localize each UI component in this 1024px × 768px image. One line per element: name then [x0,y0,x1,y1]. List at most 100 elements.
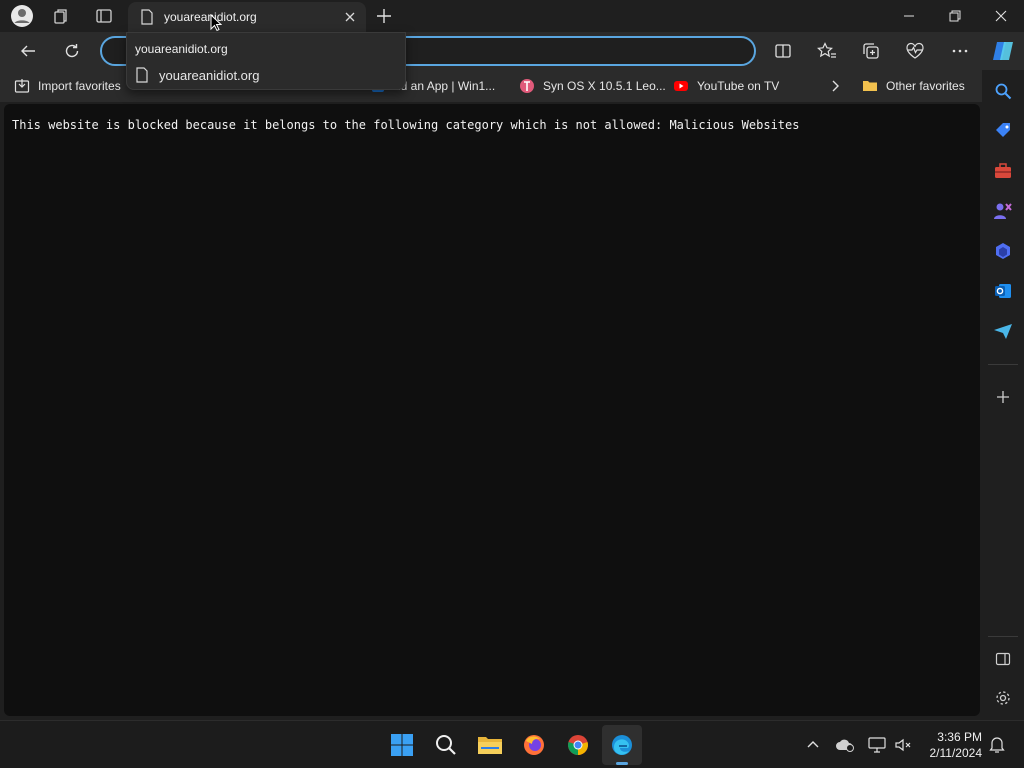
file-explorer-icon [478,737,502,754]
blocked-message: This website is blocked because it belon… [12,118,800,132]
refresh-button[interactable] [57,36,87,66]
more-dots-icon [952,49,968,53]
taskbar-file-explorer[interactable] [470,725,510,765]
import-icon [14,79,30,93]
copilot-icon [993,42,1013,60]
favorite-import[interactable]: Import favorites [14,77,121,95]
cloud-sync-icon [836,739,854,752]
sidebar-divider [988,636,1018,637]
active-app-indicator [616,762,628,765]
workspaces-button[interactable] [46,0,78,32]
bell-icon [989,737,1005,753]
search-icon [995,83,1012,100]
vertical-tabs-icon [96,9,112,23]
new-tab-button[interactable] [368,0,400,32]
windows-start-icon [391,734,413,756]
taskbar-search-button[interactable] [426,725,466,765]
network-tray-button[interactable] [864,725,890,765]
chevron-up-icon [807,741,819,748]
sidebar-add-button[interactable] [990,384,1016,410]
toolbox-icon [995,163,1011,178]
minimize-button[interactable] [886,0,932,32]
tab-active[interactable]: youareanidiot.org [128,2,366,32]
sidebar-settings-button[interactable] [990,685,1016,711]
page-content: This website is blocked because it belon… [4,104,980,716]
favorite-label: Syn OS X 10.5.1 Leo... [543,79,666,93]
refresh-icon [65,44,79,58]
back-arrow-icon [21,45,35,57]
favorite-label: Import favorites [38,79,121,93]
split-screen-icon [775,44,791,58]
favorite-label: dd an App | Win1... [394,79,496,93]
taskbar-chrome[interactable] [558,725,598,765]
taskbar-firefox[interactable] [514,725,554,765]
favorite-label: Other favorites [886,79,965,93]
minimize-icon [904,15,914,17]
browser-essentials-button[interactable] [900,36,930,66]
title-bar: youareanidiot.org [0,0,1024,32]
favorite-youtube[interactable]: YouTube on TV [673,77,779,95]
sidebar-divider [988,364,1018,365]
send-plane-icon [994,324,1012,339]
chevron-right-icon [832,80,839,92]
sidebar-tools-button[interactable] [990,158,1016,184]
close-window-button[interactable] [978,0,1024,32]
taskbar: 3:36 PM 2/11/2024 [0,720,1024,768]
onedrive-tray-button[interactable] [830,725,860,765]
copilot-button[interactable] [988,36,1018,66]
volume-tray-button[interactable] [890,725,916,765]
tux-icon [520,79,534,93]
profile-button[interactable] [6,0,38,32]
favorite-syn-os[interactable]: Syn OS X 10.5.1 Leo... [519,77,666,95]
taskbar-edge[interactable] [602,725,642,765]
edge-sidebar [982,70,1024,720]
sidebar-shopping-button[interactable] [990,118,1016,144]
youtube-icon [674,81,688,91]
sidebar-hide-button[interactable] [990,646,1016,672]
sidebar-panel-icon [995,652,1011,666]
shopping-tag-icon [996,123,1010,137]
collections-icon [863,43,879,59]
split-screen-button[interactable] [768,36,798,66]
hover-card-item-label: youareanidiot.org [159,67,260,83]
favorites-overflow-button[interactable] [828,77,842,95]
notifications-button[interactable] [984,725,1010,765]
sidebar-games-button[interactable] [990,198,1016,224]
back-button[interactable] [13,36,43,66]
restore-button[interactable] [932,0,978,32]
mouse-cursor-icon [210,14,222,32]
outlook-icon [995,284,1011,298]
close-icon [995,10,1007,22]
settings-more-button[interactable] [945,36,975,66]
page-icon [136,67,148,83]
sidebar-outlook-button[interactable] [990,278,1016,304]
hover-card-item[interactable]: youareanidiot.org [135,65,259,85]
clock-date: 2/11/2024 [929,746,983,760]
gear-icon [996,691,1010,705]
page-icon [141,9,153,25]
hover-card-title: youareanidiot.org [135,42,228,56]
microsoft-365-icon [996,243,1010,259]
close-tab-icon[interactable] [342,9,358,25]
search-icon [436,735,456,755]
show-hidden-icons-button[interactable] [800,725,826,765]
plus-icon [377,9,391,23]
sidebar-drop-button[interactable] [990,318,1016,344]
restore-icon [949,10,961,22]
sidebar-search-button[interactable] [990,78,1016,104]
plus-icon [997,391,1009,403]
start-button[interactable] [382,725,422,765]
chrome-icon [568,735,588,755]
network-icon [868,737,886,753]
heart-pulse-icon [906,42,924,59]
firefox-icon [524,735,544,755]
edge-icon [612,735,632,755]
system-clock[interactable]: 3:36 PM 2/11/2024 [930,729,983,761]
favorite-other[interactable]: Other favorites [862,77,965,95]
sidebar-copilot-button[interactable] [990,238,1016,264]
tab-actions-button[interactable] [88,0,120,32]
favorites-star-icon [817,42,836,58]
favorites-button[interactable] [812,36,842,66]
collections-button[interactable] [856,36,886,66]
folder-icon [863,81,877,91]
